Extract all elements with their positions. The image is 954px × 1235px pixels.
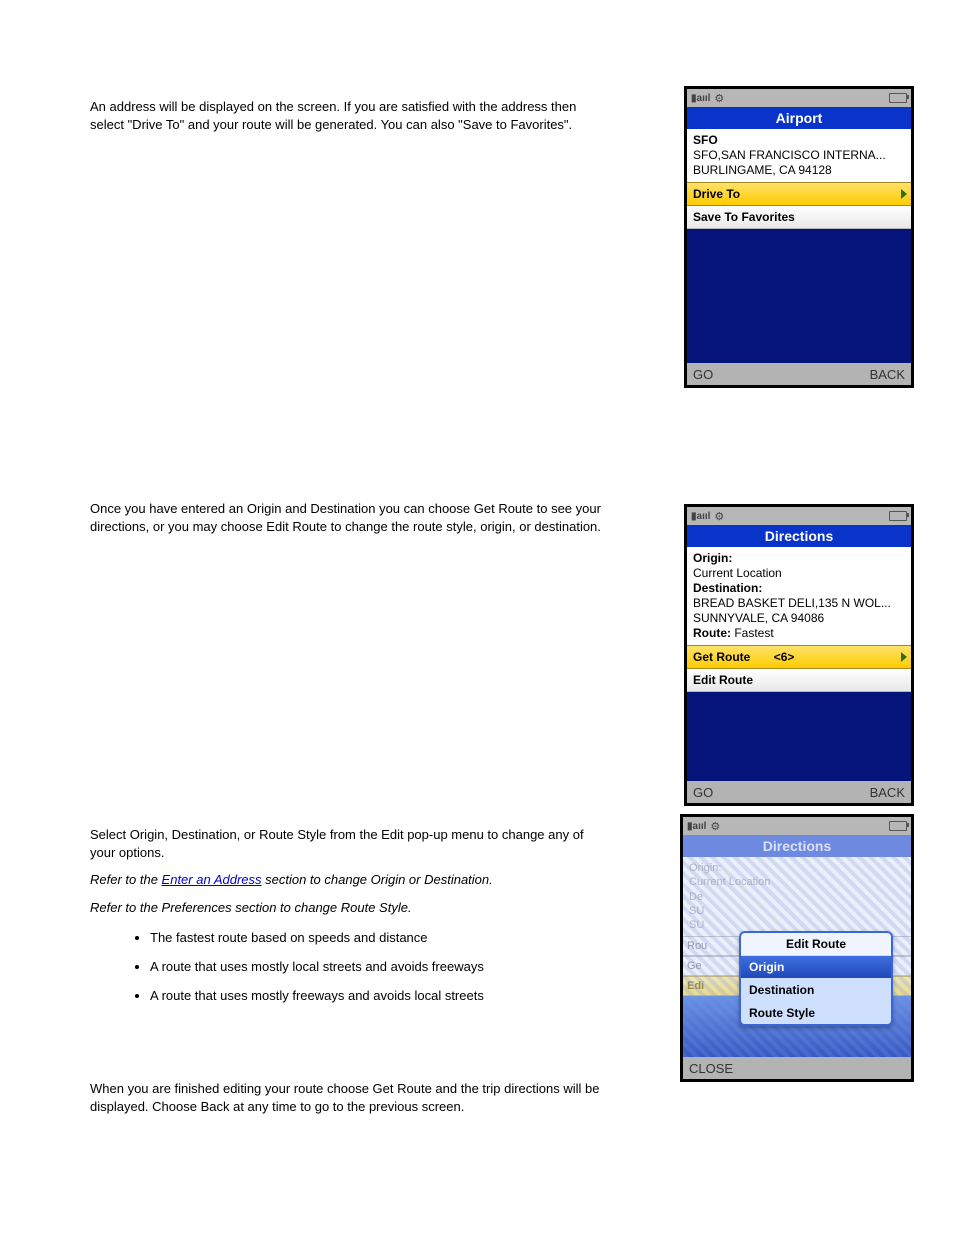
enter-address-link[interactable]: Enter an Address xyxy=(162,872,262,887)
paragraph: When you are finished editing your route… xyxy=(90,1080,610,1115)
status-bar: ▮aııl ⚙ xyxy=(683,817,911,835)
airport-name: SFO,SAN FRANCISCO INTERNA... xyxy=(693,148,905,163)
list-item: A route that uses mostly local streets a… xyxy=(150,959,610,974)
origin-label: Origin: xyxy=(689,862,721,874)
edit-route-option[interactable]: Edit Route xyxy=(687,669,911,692)
screen-title: Airport xyxy=(687,107,911,129)
doc-block-1: An address will be displayed on the scre… xyxy=(90,98,610,143)
airport-code: SFO xyxy=(693,133,905,148)
softkey-go[interactable]: GO xyxy=(693,785,713,800)
dest-fragment: De xyxy=(689,890,905,904)
destination-city: SUNNYVALE, CA 94086 xyxy=(693,611,905,626)
battery-icon xyxy=(889,821,907,831)
battery-icon xyxy=(889,93,907,103)
softkey-bar: GO BACK xyxy=(687,363,911,385)
status-bar: ▮aııl ⚙ xyxy=(687,89,911,107)
menu-area: Drive To Save To Favorites xyxy=(687,182,911,363)
phone-airport-screen: ▮aııl ⚙ Airport SFO SFO,SAN FRANCISCO IN… xyxy=(684,86,914,388)
option-label: Get Route xyxy=(693,650,750,664)
gear-icon: ⚙ xyxy=(714,510,724,523)
signal-icon: ▮aııl xyxy=(687,821,706,832)
status-bar: ▮aııl ⚙ xyxy=(687,507,911,525)
origin-label: Origin: xyxy=(693,551,732,565)
list-item: A route that uses mostly freeways and av… xyxy=(150,988,610,1003)
chevron-right-icon xyxy=(901,189,907,199)
destination-value: BREAD BASKET DELI,135 N WOL... xyxy=(693,596,905,611)
popup-option-origin[interactable]: Origin xyxy=(741,955,891,978)
shortcut-hint: <6> xyxy=(774,650,795,664)
popup-title: Edit Route xyxy=(741,933,891,955)
route-label: Route: xyxy=(693,626,731,640)
save-favorites-option[interactable]: Save To Favorites xyxy=(687,206,911,229)
edit-route-popup: Edit Route Origin Destination Route Styl… xyxy=(739,931,893,1026)
doc-block-3: Select Origin, Destination, or Route Sty… xyxy=(90,826,610,1017)
route-style-list: The fastest route based on speeds and di… xyxy=(90,930,610,1003)
signal-icon: ▮aııl xyxy=(691,511,710,522)
paragraph: Select Origin, Destination, or Route Sty… xyxy=(90,826,610,861)
route-value: Fastest xyxy=(731,626,774,640)
get-route-option[interactable]: Get Route <6> xyxy=(687,645,911,669)
softkey-back[interactable]: BACK xyxy=(870,785,905,800)
menu-area: Get Route <6> Edit Route xyxy=(687,645,911,781)
route-summary: Origin: Current Location Destination: BR… xyxy=(687,547,911,645)
paragraph: Refer to the Enter an Address section to… xyxy=(90,871,610,889)
paragraph: Once you have entered an Origin and Dest… xyxy=(90,500,610,535)
softkey-bar: CLOSE xyxy=(683,1057,911,1079)
ghost-fragment: SU xyxy=(689,904,905,918)
ghost-text: Origin: Current Location De SU SU xyxy=(683,857,911,936)
gear-icon: ⚙ xyxy=(714,92,724,105)
phone-directions-screen: ▮aııl ⚙ Directions Origin: Current Locat… xyxy=(684,504,914,806)
softkey-bar: GO BACK xyxy=(687,781,911,803)
screen-title-dimmed: Directions xyxy=(683,835,911,857)
drive-to-option[interactable]: Drive To xyxy=(687,182,911,206)
popup-option-destination[interactable]: Destination xyxy=(741,978,891,1001)
text-run: Refer to the xyxy=(90,872,162,887)
softkey-back[interactable]: BACK xyxy=(870,367,905,382)
dimmed-body: Origin: Current Location De SU SU Rou Ge… xyxy=(683,857,911,1057)
paragraph: An address will be displayed on the scre… xyxy=(90,98,610,133)
softkey-go[interactable]: GO xyxy=(693,367,713,382)
signal-icon: ▮aııl xyxy=(691,93,710,104)
origin-value: Current Location xyxy=(689,875,905,889)
screen-title: Directions xyxy=(687,525,911,547)
option-label: Drive To xyxy=(693,187,740,201)
doc-block-4: When you are finished editing your route… xyxy=(90,1080,610,1125)
doc-block-2: Once you have entered an Origin and Dest… xyxy=(90,500,610,545)
text-run: section to change Origin or Destination. xyxy=(262,872,493,887)
phone-edit-route-popup: ▮aııl ⚙ Directions Origin: Current Locat… xyxy=(680,814,914,1082)
chevron-right-icon xyxy=(901,652,907,662)
list-item: The fastest route based on speeds and di… xyxy=(150,930,610,945)
softkey-close[interactable]: CLOSE xyxy=(689,1061,733,1076)
gear-icon: ⚙ xyxy=(710,820,720,833)
popup-option-route-style[interactable]: Route Style xyxy=(741,1001,891,1024)
paragraph: Refer to the Preferences section to chan… xyxy=(90,899,610,917)
airport-city: BURLINGAME, CA 94128 xyxy=(693,163,905,178)
battery-icon xyxy=(889,511,907,521)
airport-card: SFO SFO,SAN FRANCISCO INTERNA... BURLING… xyxy=(687,129,911,182)
destination-label: Destination: xyxy=(693,581,762,595)
origin-value: Current Location xyxy=(693,566,905,581)
